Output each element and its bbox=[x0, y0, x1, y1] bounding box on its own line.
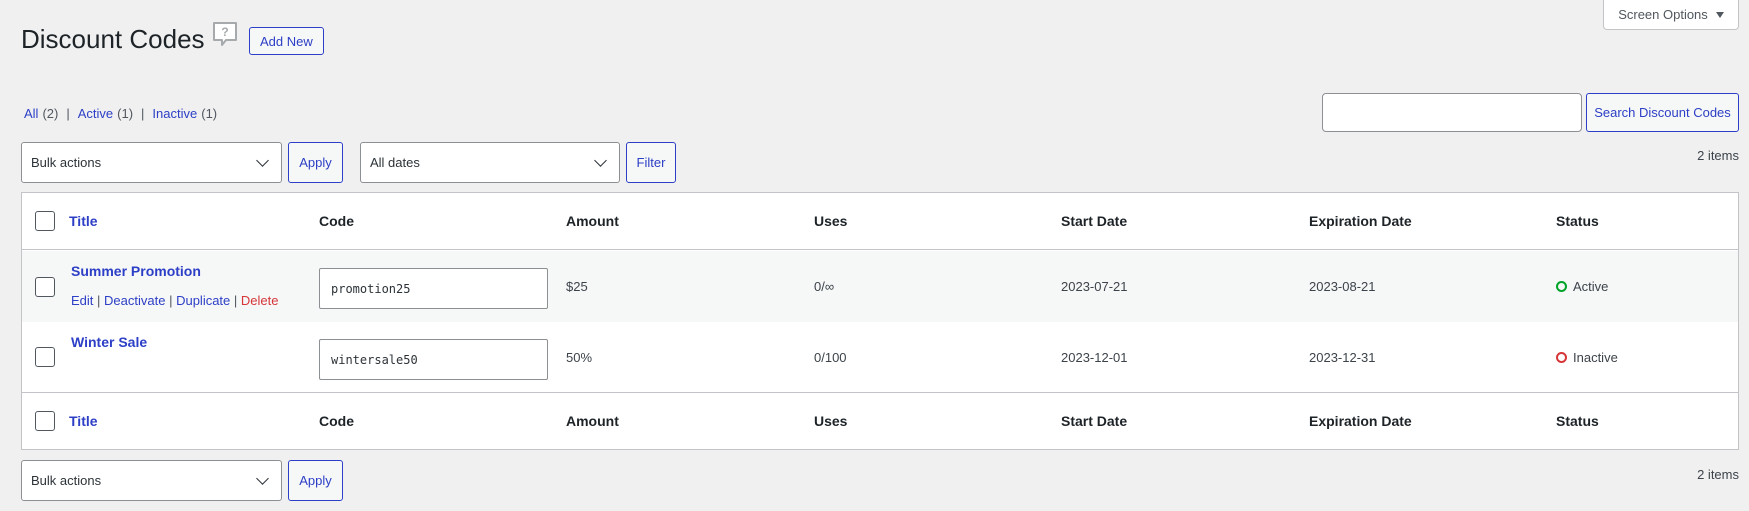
status-text: Active bbox=[1573, 279, 1609, 294]
screen-options-label: Screen Options bbox=[1618, 7, 1708, 22]
caret-down-icon bbox=[1715, 11, 1724, 18]
deactivate-link[interactable]: Deactivate bbox=[104, 293, 165, 308]
filter-inactive[interactable]: Inactive bbox=[152, 106, 197, 121]
dates-select[interactable]: All dates bbox=[360, 142, 620, 183]
column-code: Code bbox=[319, 213, 354, 229]
action-separator: | bbox=[233, 293, 241, 308]
code-field[interactable]: promotion25 bbox=[319, 268, 548, 309]
bulk-actions-select-bottom[interactable]: Bulk actions bbox=[21, 460, 282, 501]
items-count: 2 items bbox=[1697, 148, 1739, 163]
table-row: Winter Sale wintersale50 50% 0/100 2023-… bbox=[22, 322, 1738, 392]
action-separator: | bbox=[97, 293, 105, 308]
filter-active-count: (1) bbox=[117, 106, 134, 121]
row-checkbox[interactable] bbox=[35, 277, 55, 297]
apply-button-bottom[interactable]: Apply bbox=[288, 460, 343, 501]
delete-link[interactable]: Delete bbox=[241, 293, 279, 308]
column-title[interactable]: Title bbox=[69, 413, 98, 429]
discount-codes-table: Title Code Amount Uses Start Date Expira… bbox=[21, 192, 1739, 450]
table-row: Summer Promotion Edit | Deactivate | Dup… bbox=[22, 251, 1738, 322]
search-input[interactable] bbox=[1322, 93, 1582, 132]
uses-value: 0/∞ bbox=[814, 279, 835, 294]
amount-value: $25 bbox=[566, 279, 588, 294]
row-title-link[interactable]: Summer Promotion bbox=[71, 263, 201, 279]
start-date-value: 2023-12-01 bbox=[1061, 350, 1128, 365]
column-title[interactable]: Title bbox=[69, 213, 98, 229]
add-new-button[interactable]: Add New bbox=[249, 27, 324, 55]
status-badge: Inactive bbox=[1556, 350, 1618, 365]
bulk-actions-value: Bulk actions bbox=[31, 155, 102, 170]
chevron-down-icon bbox=[256, 153, 269, 167]
svg-text:?: ? bbox=[221, 25, 228, 39]
page-title: Discount Codes bbox=[21, 24, 205, 54]
column-uses: Uses bbox=[814, 413, 848, 429]
row-actions: Edit | Deactivate | Duplicate | Delete bbox=[71, 293, 278, 308]
column-amount: Amount bbox=[566, 213, 619, 229]
items-count-bottom: 2 items bbox=[1697, 467, 1739, 482]
row-title-link[interactable]: Winter Sale bbox=[71, 334, 147, 350]
column-start-date: Start Date bbox=[1061, 413, 1128, 429]
column-expiration-date: Expiration Date bbox=[1309, 213, 1412, 229]
filter-button[interactable]: Filter bbox=[626, 142, 676, 183]
chevron-down-icon bbox=[594, 153, 607, 167]
dates-value: All dates bbox=[370, 155, 420, 170]
status-active-icon bbox=[1556, 281, 1567, 292]
uses-value: 0/100 bbox=[814, 350, 847, 365]
column-status: Status bbox=[1556, 413, 1599, 429]
bulk-actions-value: Bulk actions bbox=[31, 473, 102, 488]
filter-inactive-count: (1) bbox=[201, 106, 218, 121]
column-uses: Uses bbox=[814, 213, 848, 229]
select-all-checkbox[interactable] bbox=[35, 411, 55, 431]
screen-options-toggle[interactable]: Screen Options bbox=[1603, 0, 1739, 30]
column-amount: Amount bbox=[566, 413, 619, 429]
status-filters: All (2) | Active (1) | Inactive (1) bbox=[24, 106, 217, 121]
status-inactive-icon bbox=[1556, 352, 1567, 363]
table-footer-row: Title Code Amount Uses Start Date Expira… bbox=[22, 392, 1738, 449]
column-expiration-date: Expiration Date bbox=[1309, 413, 1412, 429]
bulk-actions-select[interactable]: Bulk actions bbox=[21, 142, 282, 183]
chevron-down-icon bbox=[256, 471, 269, 485]
row-checkbox[interactable] bbox=[35, 347, 55, 367]
amount-value: 50% bbox=[566, 350, 593, 365]
column-code: Code bbox=[319, 413, 354, 429]
filter-separator: | bbox=[66, 106, 70, 121]
duplicate-link[interactable]: Duplicate bbox=[176, 293, 230, 308]
select-all-checkbox[interactable] bbox=[35, 211, 55, 231]
help-icon[interactable]: ? bbox=[211, 21, 239, 49]
edit-link[interactable]: Edit bbox=[71, 293, 93, 308]
start-date-value: 2023-07-21 bbox=[1061, 279, 1128, 294]
expiration-date-value: 2023-08-21 bbox=[1309, 279, 1376, 294]
column-status: Status bbox=[1556, 213, 1599, 229]
column-start-date: Start Date bbox=[1061, 213, 1128, 229]
expiration-date-value: 2023-12-31 bbox=[1309, 350, 1376, 365]
filter-all-count: (2) bbox=[42, 106, 59, 121]
filter-active[interactable]: Active bbox=[78, 106, 113, 121]
status-text: Inactive bbox=[1573, 350, 1618, 365]
filter-separator: | bbox=[141, 106, 145, 121]
table-header-row: Title Code Amount Uses Start Date Expira… bbox=[22, 193, 1738, 250]
status-badge: Active bbox=[1556, 279, 1608, 294]
search-discount-codes-button[interactable]: Search Discount Codes bbox=[1586, 93, 1739, 132]
code-field[interactable]: wintersale50 bbox=[319, 339, 548, 380]
apply-button[interactable]: Apply bbox=[288, 142, 343, 183]
filter-all[interactable]: All bbox=[24, 106, 38, 121]
